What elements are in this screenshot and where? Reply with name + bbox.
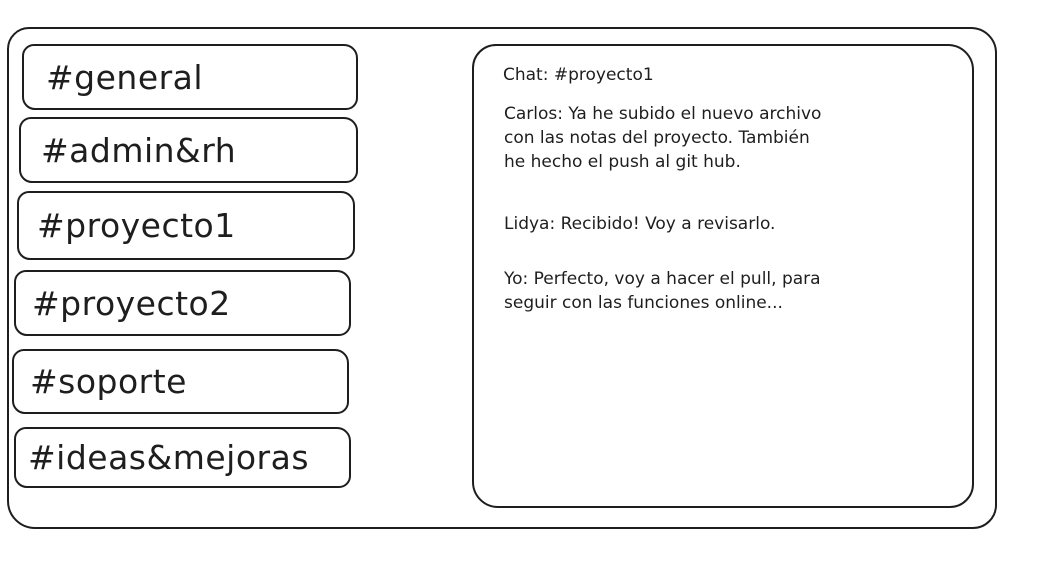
- channel-general[interactable]: #general: [22, 44, 358, 110]
- chat-message-carlos: Carlos: Ya he subido el nuevo archivo co…: [504, 102, 874, 174]
- message-line: con las notas del proyecto. También: [504, 128, 810, 148]
- message-line: seguir con las funciones online...: [504, 293, 783, 313]
- message-line: Lidya: Recibido! Voy a revisarlo.: [504, 214, 776, 234]
- channel-soporte[interactable]: #soporte: [12, 349, 349, 414]
- message-line: Carlos: Ya he subido el nuevo archivo: [504, 104, 822, 124]
- channel-label: #general: [46, 57, 204, 97]
- message-line: he hecho el push al git hub.: [504, 152, 741, 172]
- chat-message-lidya: Lidya: Recibido! Voy a revisarlo.: [504, 212, 874, 236]
- chat-message-yo: Yo: Perfecto, voy a hacer el pull, para …: [504, 267, 874, 315]
- channel-label: #proyecto2: [32, 283, 231, 323]
- message-line: Yo: Perfecto, voy a hacer el pull, para: [504, 269, 821, 289]
- chat-panel: Chat: #proyecto1 Carlos: Ya he subido el…: [472, 44, 974, 508]
- channel-proyecto2[interactable]: #proyecto2: [14, 270, 351, 336]
- channel-admin-rh[interactable]: #admin&rh: [19, 117, 358, 183]
- channel-proyecto1[interactable]: #proyecto1: [17, 191, 355, 260]
- chat-title: Chat: #proyecto1: [503, 65, 654, 85]
- channel-label: #proyecto1: [37, 206, 236, 245]
- channel-label: #ideas&mejoras: [28, 438, 310, 477]
- channel-label: #admin&rh: [41, 130, 237, 170]
- channel-ideas-mejoras[interactable]: #ideas&mejoras: [14, 427, 351, 488]
- channel-label: #soporte: [30, 362, 187, 401]
